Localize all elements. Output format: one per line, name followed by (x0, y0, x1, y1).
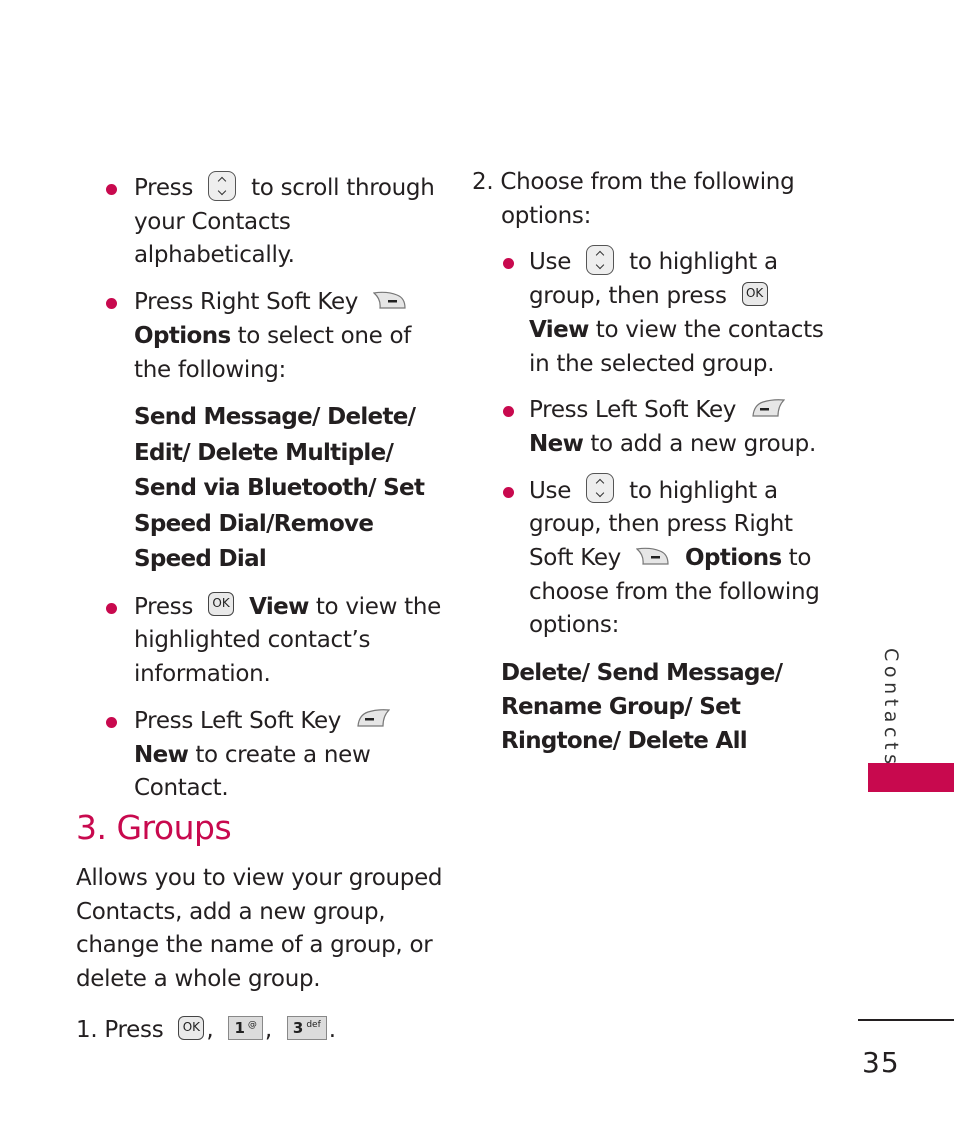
ok-key-icon: OK (178, 1015, 205, 1040)
bullet-right-soft-key-options: Press Right Soft Key Options to select o… (76, 286, 446, 387)
contact-options-list: Send Message/ Delete/ Edit/ Delete Multi… (134, 404, 425, 573)
nav-key-up-down-icon (586, 244, 615, 275)
left-column: Press to scroll through your Contacts al… (76, 170, 446, 819)
bullet-dot (106, 184, 117, 195)
left-soft-key-icon (752, 398, 786, 417)
right-soft-key-icon (636, 547, 669, 565)
section-tab-marker (868, 763, 954, 792)
left-soft-key-icon (357, 709, 391, 727)
bullet-new-contact: Press Left Soft Key New to create a new … (76, 705, 446, 806)
bullet-dot (503, 486, 514, 498)
voicemail-icon: @ (247, 1019, 257, 1030)
groups-step-2: 2. Choose from the following options: (472, 169, 795, 229)
bullet-group-options: Use to highlight a group, then press Rig… (472, 473, 832, 644)
ok-key-icon: OK (208, 592, 235, 617)
key-1-icon: 1 @ (228, 1015, 263, 1040)
bullet-scroll-contacts: Press to scroll through your Contacts al… (76, 170, 446, 273)
page-number: 35 (862, 1046, 900, 1079)
footer-divider (858, 1019, 954, 1021)
bullet-dot (106, 716, 117, 728)
section-tab-label: Contacts (880, 648, 902, 769)
group-options-list: Delete/ Send Message/ Rename Group/ Set … (501, 660, 783, 755)
bullet-dot (503, 258, 514, 270)
bullet-dot (106, 298, 117, 310)
key-3-icon: 3 def (286, 1015, 327, 1040)
bullet-dot (503, 406, 514, 418)
bullet-view-contact: Press OK View to view the highlighted co… (76, 591, 446, 692)
right-column: 2. Choose from the following options: Us… (472, 166, 832, 758)
ok-key-icon: OK (741, 281, 768, 306)
bullet-view-group: Use to highlight a group, then press OK … (472, 244, 832, 381)
bullet-dot (106, 602, 117, 614)
groups-step-1: 1. Press OK, 1 @, 3 def. (76, 1015, 336, 1043)
section-heading-groups: 3. Groups (76, 808, 232, 847)
nav-key-up-down-icon (208, 170, 237, 201)
groups-description: Allows you to view your grouped Contacts… (76, 865, 443, 992)
right-soft-key-icon (373, 291, 406, 309)
nav-key-up-down-icon (586, 473, 615, 504)
bullet-new-group: Press Left Soft Key New to add a new gro… (472, 394, 832, 461)
